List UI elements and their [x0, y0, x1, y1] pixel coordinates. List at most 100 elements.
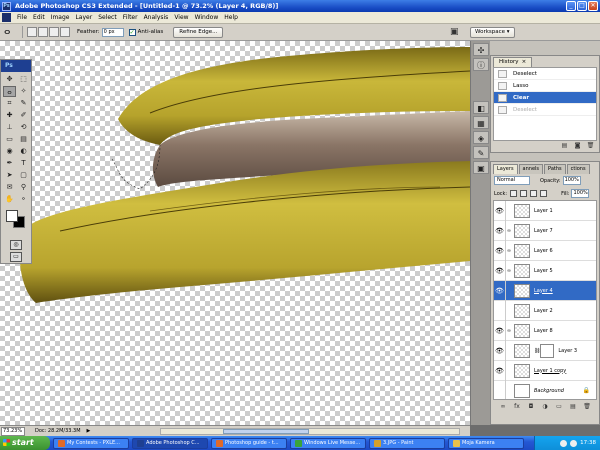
zoom-tool-icon[interactable]: ⚬: [17, 194, 30, 205]
taskbar-item-active[interactable]: Adobe Photoshop C...: [132, 437, 208, 449]
brushes-icon[interactable]: ✎: [473, 146, 489, 159]
eye-icon[interactable]: 👁: [494, 340, 506, 361]
history-item-active[interactable]: Clear: [494, 92, 596, 104]
taskbar-item[interactable]: Windows Live Messe...: [290, 437, 366, 449]
layer-row[interactable]: 👁 ∞ Layer 5: [494, 260, 596, 281]
menu-edit[interactable]: Edit: [30, 14, 48, 21]
lock-image-icon[interactable]: [520, 190, 528, 197]
history-item[interactable]: Deselect: [494, 68, 596, 80]
history-brush-icon[interactable]: ⟲: [17, 122, 30, 133]
blend-mode-select[interactable]: Normal: [494, 176, 530, 185]
taskbar-item[interactable]: Moja Kamera: [448, 437, 524, 449]
shape-tool-icon[interactable]: ▢: [17, 170, 30, 181]
minimize-button[interactable]: _: [566, 1, 576, 11]
scrollbar-thumb[interactable]: [223, 429, 309, 434]
snapshot-icon[interactable]: ◙: [573, 142, 582, 150]
new-layer-icon[interactable]: ▤: [569, 403, 578, 411]
eye-icon[interactable]: 👁: [494, 320, 506, 341]
eyedropper-icon[interactable]: ⚲: [17, 182, 30, 193]
layer-row[interactable]: 👁 ∞ Layer 7: [494, 220, 596, 241]
ps-menu-icon[interactable]: [2, 13, 11, 22]
lock-transparency-icon[interactable]: [510, 190, 518, 197]
workspace-button[interactable]: Workspace ▾: [470, 27, 515, 38]
healing-brush-icon[interactable]: ✚: [3, 110, 16, 121]
close-button[interactable]: ✕: [588, 1, 598, 11]
trash-icon[interactable]: 🗑: [586, 142, 595, 150]
history-item[interactable]: Lasso: [494, 80, 596, 92]
menu-select[interactable]: Select: [95, 14, 120, 21]
zoom-level-field[interactable]: 73.23%: [1, 426, 25, 436]
menu-view[interactable]: View: [171, 14, 191, 21]
move-tool-icon[interactable]: ✥: [3, 74, 16, 85]
menu-window[interactable]: Window: [192, 14, 222, 21]
horizontal-scrollbar[interactable]: [160, 428, 460, 435]
history-tab[interactable]: History ×: [493, 57, 533, 67]
fill-input[interactable]: 100%: [571, 189, 590, 198]
eye-slot-hidden[interactable]: [494, 300, 506, 321]
add-selection-icon[interactable]: [38, 27, 48, 37]
layer-row-active[interactable]: 👁 Layer 4: [494, 280, 596, 301]
layer-row[interactable]: Layer 2: [494, 300, 596, 321]
start-button[interactable]: start: [0, 436, 50, 450]
trash-icon[interactable]: 🗑: [583, 403, 592, 411]
brush-tool-icon[interactable]: ✐: [17, 110, 30, 121]
tab-layers[interactable]: Layers: [493, 164, 518, 174]
tab-channels[interactable]: annels: [518, 164, 544, 174]
refine-edge-button[interactable]: Refine Edge...: [173, 26, 224, 38]
tool-presets-icon[interactable]: ▣: [473, 161, 489, 174]
foreground-color-swatch[interactable]: [6, 210, 18, 222]
bridge-icon[interactable]: ▣: [450, 27, 462, 38]
hand-tool-icon[interactable]: ✋: [3, 194, 16, 205]
antialias-checkbox[interactable]: ✓: [128, 28, 136, 36]
history-item[interactable]: Deselect: [494, 104, 596, 116]
layer-row-background[interactable]: Background 🔒: [494, 380, 596, 399]
navigator-icon[interactable]: ✣: [473, 43, 489, 56]
maximize-button[interactable]: □: [577, 1, 587, 11]
eye-icon[interactable]: 👁: [494, 240, 506, 261]
slice-tool-icon[interactable]: ✎: [17, 98, 30, 109]
mask-icon[interactable]: ◘: [527, 403, 536, 411]
layer-row[interactable]: 👁 ∞ Layer 6: [494, 240, 596, 261]
layer-row[interactable]: 👁 Layer 1: [494, 201, 596, 221]
gradient-tool-icon[interactable]: ▤: [17, 134, 30, 145]
swatches-icon[interactable]: ▦: [473, 116, 489, 129]
adjustment-icon[interactable]: ◑: [541, 403, 550, 411]
fx-icon[interactable]: fx: [513, 403, 522, 411]
feather-input[interactable]: [101, 27, 124, 37]
status-menu-icon[interactable]: ▶: [87, 428, 91, 434]
dodge-tool-icon[interactable]: ◐: [17, 146, 30, 157]
lock-position-icon[interactable]: [530, 190, 538, 197]
magic-wand-icon[interactable]: ✧: [17, 86, 30, 97]
marquee-tool-icon[interactable]: ⬚: [17, 74, 30, 85]
document-canvas[interactable]: [0, 41, 470, 425]
pen-tool-icon[interactable]: ✒: [3, 158, 16, 169]
stamp-tool-icon[interactable]: ⊥: [3, 122, 16, 133]
volume-icon[interactable]: [570, 439, 578, 447]
folder-icon[interactable]: ▭: [555, 403, 564, 411]
menu-filter[interactable]: Filter: [120, 14, 141, 21]
eye-icon[interactable]: 👁: [494, 220, 506, 241]
new-selection-icon[interactable]: [27, 27, 37, 37]
eye-icon[interactable]: 👁: [494, 360, 506, 381]
intersect-selection-icon[interactable]: [60, 27, 70, 37]
color-panel-icon[interactable]: ◧: [473, 101, 489, 114]
link-icon[interactable]: ∞: [499, 403, 508, 411]
eye-icon[interactable]: 👁: [494, 260, 506, 281]
eye-slot-hidden[interactable]: [494, 380, 506, 399]
menu-help[interactable]: Help: [221, 14, 241, 21]
history-close-icon[interactable]: ×: [522, 59, 527, 65]
styles-icon[interactable]: ◈: [473, 131, 489, 144]
crop-tool-icon[interactable]: ⌗: [3, 98, 16, 109]
quick-mask-icon[interactable]: ◎: [10, 240, 22, 250]
eye-icon[interactable]: 👁: [494, 201, 506, 221]
eye-icon[interactable]: 👁: [494, 280, 506, 301]
taskbar-item[interactable]: Photoshop guide - t...: [211, 437, 287, 449]
menu-file[interactable]: File: [14, 14, 30, 21]
taskbar-item[interactable]: 3.JPG - Paint: [369, 437, 445, 449]
menu-analysis[interactable]: Analysis: [141, 14, 172, 21]
lasso-tool-preset-icon[interactable]: ⴰ: [4, 26, 18, 38]
layer-mask-thumbnail[interactable]: [540, 343, 555, 358]
eraser-tool-icon[interactable]: ▭: [3, 134, 16, 145]
taskbar-item[interactable]: My Contests - PXLE...: [53, 437, 129, 449]
screen-mode-icon[interactable]: ▭: [10, 252, 22, 262]
